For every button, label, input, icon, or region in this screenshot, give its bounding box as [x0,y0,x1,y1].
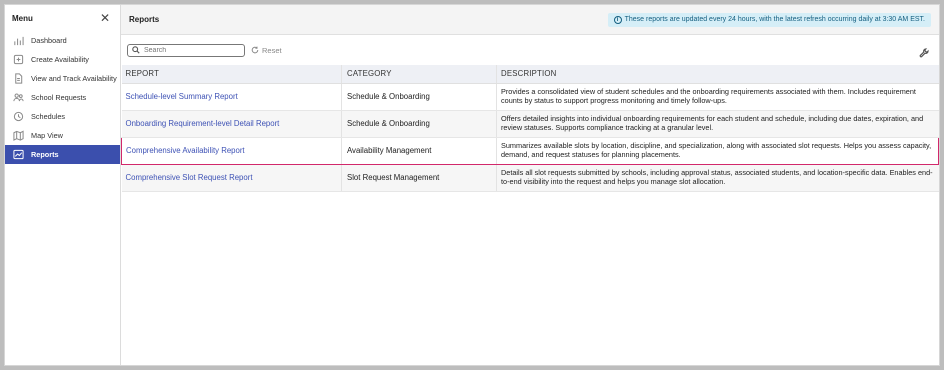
search-icon [132,46,140,54]
reset-button[interactable]: Reset [251,46,282,55]
table-header-row: REPORT CATEGORY DESCRIPTION [121,65,939,84]
sidebar-item-label: School Requests [31,93,87,102]
sidebar-item-label: Schedules [31,112,66,121]
info-icon: i [613,15,622,24]
report-cell: Comprehensive Slot Request Report [121,164,342,192]
document-icon [12,73,24,85]
page-header: Reports i These reports are updated ever… [121,5,939,35]
column-header-description[interactable]: DESCRIPTION [496,65,939,84]
refresh-notice: i These reports are updated every 24 hou… [607,12,931,27]
report-link[interactable]: Comprehensive Availability Report [126,146,245,155]
table-row: Comprehensive Slot Request Report Slot R… [121,164,939,192]
reset-label: Reset [262,45,282,55]
category-cell: Availability Management [341,136,497,165]
report-link[interactable]: Comprehensive Slot Request Report [126,173,253,182]
category-cell: Schedule & Onboarding [341,110,497,138]
users-icon [12,92,24,104]
sidebar-item-view-track-availability[interactable]: View and Track Availability [5,69,120,88]
refresh-icon [251,46,259,54]
reports-table: REPORT CATEGORY DESCRIPTION Schedule-lev… [121,65,939,192]
sidebar-header: Menu ✕ [5,5,120,31]
refresh-notice-text: These reports are updated every 24 hours… [624,16,925,23]
sidebar-item-label: Create Availability [31,55,89,64]
clock-icon [12,111,24,123]
bar-chart-icon [12,35,24,47]
sidebar-item-label: Map View [31,131,63,140]
column-header-category[interactable]: CATEGORY [341,65,497,84]
wrench-icon[interactable] [919,45,929,63]
sidebar-item-label: Dashboard [31,36,67,45]
table-row: Onboarding Requirement-level Detail Repo… [121,110,939,138]
description-cell: Details all slot requests submitted by s… [496,164,939,192]
sidebar-item-label: View and Track Availability [31,74,117,83]
sidebar-item-label: Reports [31,150,59,159]
plus-square-icon [12,54,24,66]
search-box[interactable] [127,43,245,57]
table-row: Comprehensive Availability Report Availa… [121,136,939,165]
report-cell: Onboarding Requirement-level Detail Repo… [121,110,342,138]
sidebar-item-reports[interactable]: Reports [5,145,120,164]
table-row: Schedule-level Summary Report Schedule &… [121,83,939,111]
category-cell: Schedule & Onboarding [341,83,497,111]
report-link[interactable]: Schedule-level Summary Report [126,92,238,101]
app-window: Menu ✕ Dashboard Create Availability Vie… [4,4,940,366]
sidebar-item-map-view[interactable]: Map View [5,126,120,145]
report-link[interactable]: Onboarding Requirement-level Detail Repo… [126,119,280,128]
description-cell: Provides a consolidated view of student … [496,83,939,111]
page-title: Reports [129,15,160,24]
sidebar-item-schedules[interactable]: Schedules [5,107,120,126]
report-cell: Comprehensive Availability Report [121,136,342,165]
sidebar: Menu ✕ Dashboard Create Availability Vie… [5,5,121,365]
sidebar-item-create-availability[interactable]: Create Availability [5,50,120,69]
description-cell: Summarizes available slots by location, … [496,136,939,165]
close-icon[interactable]: ✕ [100,12,110,24]
sidebar-title: Menu [12,13,33,23]
sidebar-item-school-requests[interactable]: School Requests [5,88,120,107]
description-cell: Offers detailed insights into individual… [496,110,939,138]
search-input[interactable] [144,46,234,54]
map-icon [12,130,24,142]
sidebar-item-dashboard[interactable]: Dashboard [5,31,120,50]
toolbar: Reset [121,35,939,65]
trend-chart-icon [12,149,24,161]
main-content: Reports i These reports are updated ever… [121,5,939,365]
category-cell: Slot Request Management [341,164,497,192]
report-cell: Schedule-level Summary Report [121,83,342,111]
column-header-report[interactable]: REPORT [121,65,342,84]
